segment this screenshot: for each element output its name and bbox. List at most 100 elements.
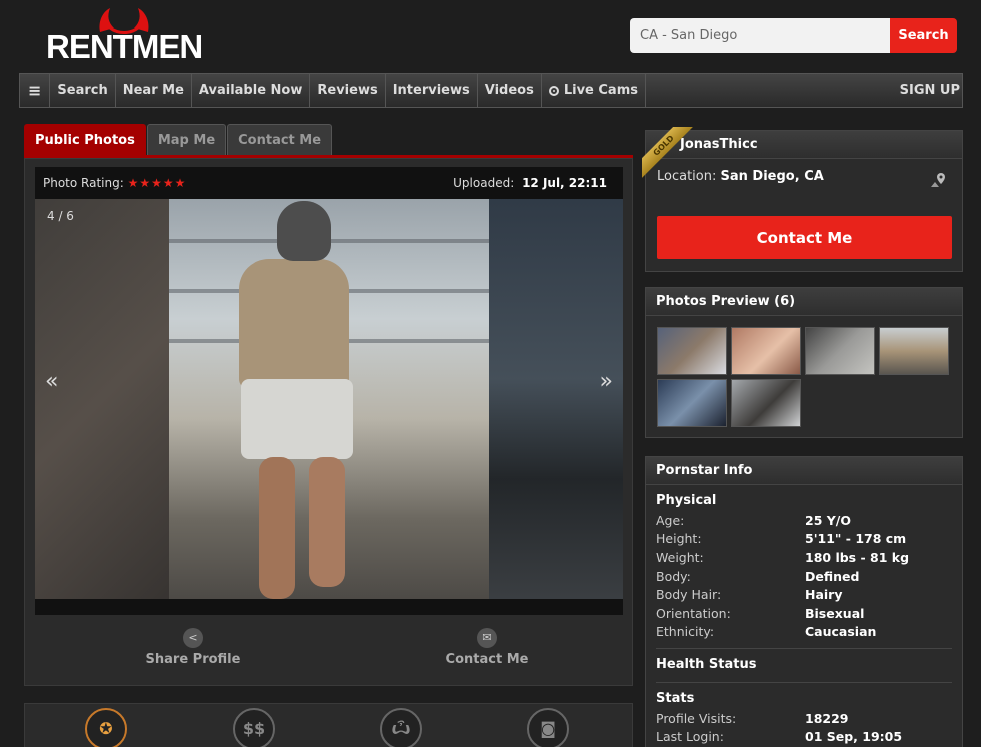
info-row-profile-visits: Profile Visits: 18229 [656,711,956,730]
tab-public-photos[interactable]: Public Photos [24,124,146,155]
photo-thumbnail[interactable] [657,327,727,375]
share-icon: < [183,628,203,648]
envelope-icon: ✉ [477,628,497,648]
info-row-last-login: Last Login: 01 Sep, 19:05 [656,729,956,747]
info-row-body-hair: Body Hair: Hairy [656,587,956,606]
webcam-icon [548,85,559,96]
devil-icon[interactable]: ѽ [380,708,422,747]
stats-heading: Stats [656,691,695,706]
main-photo[interactable] [169,199,489,599]
photo-thumbnail[interactable] [879,327,949,375]
photo-subject [241,379,353,459]
site-header: RENTMEN Search [0,0,981,72]
info-value: Hairy [805,587,843,602]
physical-heading: Physical [656,493,717,508]
contact-me-button[interactable]: Contact Me [657,216,952,259]
info-key: Ethnicity: [656,624,715,639]
map-pin-icon[interactable] [930,171,948,189]
nav-available-now[interactable]: Available Now [192,74,311,107]
pornstar-info-card: Pornstar Info Physical Age: 25 Y/O Heigh… [645,456,963,747]
info-key: Profile Visits: [656,711,737,726]
location-value: San Diego, CA [720,169,824,184]
contact-me-link[interactable]: ✉ Contact Me [387,626,587,667]
info-key: Weight: [656,550,704,565]
star-rating-icon[interactable]: ★★★★★ [128,176,187,190]
next-photo-preview[interactable] [489,199,623,599]
next-arrow-icon[interactable]: » [600,369,613,394]
photo-subject [259,457,295,599]
divider [656,682,952,683]
uploaded-label: Uploaded: [453,176,515,190]
main-nav: ≡ Search Near Me Available Now Reviews I… [19,73,963,108]
health-status-heading: Health Status [656,657,757,672]
photo-rating: Photo Rating: ★★★★★ [43,176,186,190]
uploaded-value: 12 Jul, 22:11 [522,176,607,190]
nav-search[interactable]: Search [50,74,116,107]
photo-thumbnail[interactable] [731,379,801,427]
info-row-weight: Weight: 180 lbs - 81 kg [656,550,956,569]
location-search-input[interactable] [630,18,890,53]
contact-me-label: Contact Me [445,652,529,667]
share-profile-label: Share Profile [145,652,241,667]
photo-counter: 4 / 6 [47,209,74,223]
prev-photo-preview[interactable] [35,199,169,599]
search-button[interactable]: Search [890,18,957,53]
info-row-orientation: Orientation: Bisexual [656,606,956,625]
photo-subject [277,201,331,261]
info-value: Defined [805,569,860,584]
photos-preview-title: Photos Preview (6) [646,288,962,316]
info-key: Last Login: [656,729,724,744]
site-logo[interactable]: RENTMEN [44,6,204,66]
info-value: 18229 [805,711,849,726]
nav-live-cams[interactable]: Live Cams [542,74,646,107]
tab-contact-me[interactable]: Contact Me [227,124,333,155]
photo-thumbnail[interactable] [657,379,727,427]
rating-label: Photo Rating: [43,176,124,190]
logo-text: RENTMEN [46,28,203,65]
profile-location: Location: San Diego, CA [657,169,824,184]
badges-panel: ✪ $$ ѽ ◙ [24,703,633,747]
photos-preview-card: Photos Preview (6) [645,287,963,438]
profile-tabs: Public Photos Map Me Contact Me [24,124,333,155]
info-row-height: Height: 5'11" - 178 cm [656,531,956,550]
photo-stage[interactable]: 4 / 6 « » [35,199,623,599]
money-icon[interactable]: $$ [233,708,275,747]
nav-sign-up[interactable]: SIGN UP [893,74,962,107]
info-row-age: Age: 25 Y/O [656,513,956,532]
photo-subject [239,259,349,389]
camera-icon[interactable]: ◙ [527,708,569,747]
info-row-ethnicity: Ethnicity: Caucasian [656,624,956,643]
viewer-bar: Photo Rating: ★★★★★ Uploaded: 12 Jul, 22… [35,167,623,199]
info-value: 180 lbs - 81 kg [805,550,910,565]
photo-subject [309,457,345,587]
location-label: Location: [657,169,717,184]
info-key: Body: [656,569,691,584]
info-value: Caucasian [805,624,877,639]
info-value: Bisexual [805,606,865,621]
nav-interviews[interactable]: Interviews [386,74,478,107]
upload-date: Uploaded: 12 Jul, 22:11 [453,176,607,190]
prev-arrow-icon[interactable]: « [45,369,58,394]
divider [656,648,952,649]
info-value: 25 Y/O [805,513,851,528]
photo-section: Public Photos Map Me Contact Me Photo Ra… [24,124,633,686]
nav-videos[interactable]: Videos [478,74,542,107]
tab-map-me[interactable]: Map Me [146,124,227,155]
photo-thumbnail[interactable] [805,327,875,375]
menu-icon[interactable]: ≡ [20,74,51,107]
info-value: 01 Sep, 19:05 [805,729,903,744]
info-key: Orientation: [656,606,731,621]
photo-viewer: Photo Rating: ★★★★★ Uploaded: 12 Jul, 22… [35,167,623,615]
nav-near-me[interactable]: Near Me [116,74,192,107]
share-profile-button[interactable]: < Share Profile [93,626,293,667]
pornstar-info-title: Pornstar Info [646,457,962,485]
info-value: 5'11" - 178 cm [805,531,907,546]
award-icon[interactable]: ✪ [85,708,127,747]
info-key: Height: [656,531,702,546]
photo-panel: Photo Rating: ★★★★★ Uploaded: 12 Jul, 22… [24,158,633,686]
map-pin-icon-svg [931,173,945,187]
nav-reviews[interactable]: Reviews [310,74,386,107]
photo-thumbnail[interactable] [731,327,801,375]
profile-card: JonasThicc GOLD Location: San Diego, CA … [642,127,963,272]
